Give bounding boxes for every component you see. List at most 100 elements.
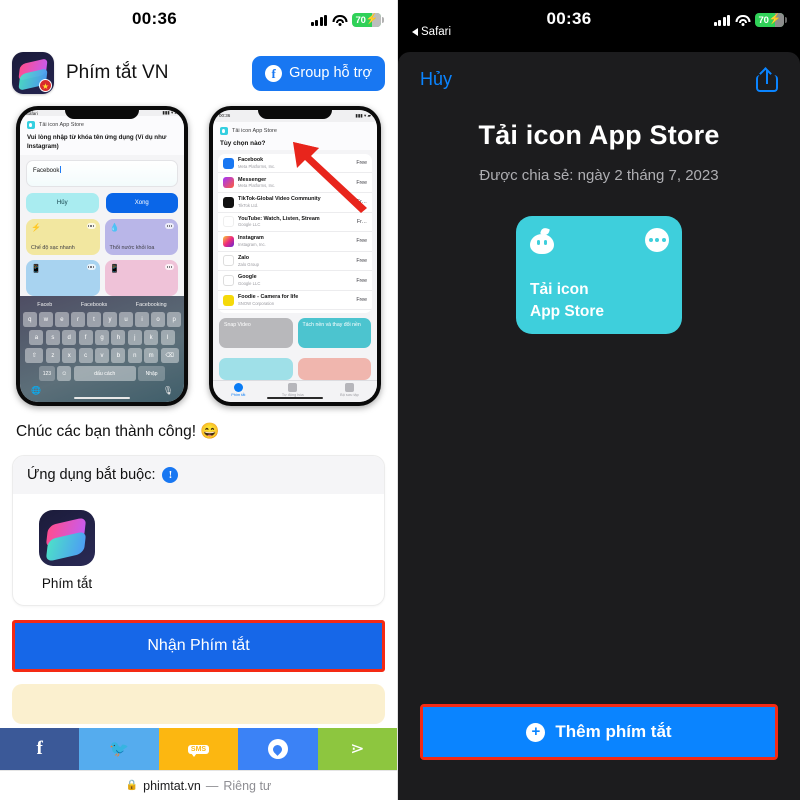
- app-list-item[interactable]: Foodie - Camera for life SNOW Corporatio…: [218, 291, 372, 311]
- key[interactable]: s: [45, 330, 60, 345]
- facebook-icon: f: [265, 64, 283, 82]
- key[interactable]: l: [160, 330, 175, 345]
- key[interactable]: a: [29, 330, 44, 345]
- key[interactable]: g: [95, 330, 109, 345]
- key[interactable]: q: [23, 312, 37, 327]
- more-dots-icon[interactable]: [645, 228, 669, 252]
- key[interactable]: t: [87, 312, 101, 327]
- bolt-icon: ⚡: [31, 223, 41, 232]
- options-prompt: Tùy chọn nào?: [220, 139, 266, 147]
- key[interactable]: m: [144, 348, 159, 363]
- safari-url-bar[interactable]: 🔒 phimtat.vn — Riêng tư: [0, 770, 397, 800]
- add-shortcut-button[interactable]: + Thêm phím tắt: [423, 707, 775, 757]
- share-sms-button[interactable]: SMS: [158, 728, 239, 770]
- app-results-list: Facebook Meta Platforms, Inc. Free Messe…: [218, 153, 372, 313]
- required-app-item[interactable]: Phím tắt: [35, 510, 99, 591]
- more-dots-icon[interactable]: [86, 264, 96, 270]
- keyword-input[interactable]: Facebook: [26, 159, 178, 187]
- group-support-button[interactable]: f Group hỗ trợ: [252, 55, 385, 91]
- shift-key[interactable]: ⇧: [25, 348, 44, 363]
- home-indicator: [74, 396, 130, 399]
- microphone-icon[interactable]: 🎙: [163, 386, 173, 395]
- return-key[interactable]: Nhập: [138, 366, 166, 381]
- shortcut-tile[interactable]: 💧 Thổi nước khỏi loa: [104, 219, 178, 255]
- key[interactable]: k: [144, 330, 159, 345]
- key[interactable]: b: [111, 348, 126, 363]
- key[interactable]: p: [167, 312, 181, 327]
- app-price: Free: [356, 238, 367, 245]
- app-developer: Meta Platforms, Inc.: [238, 163, 276, 169]
- emoji-key[interactable]: ☺: [57, 366, 72, 381]
- key[interactable]: f: [78, 330, 93, 345]
- shortcut-tile[interactable]: Tách nền và thay đổi nền: [297, 317, 371, 348]
- key[interactable]: d: [62, 330, 77, 345]
- key[interactable]: u: [119, 312, 133, 327]
- key[interactable]: v: [95, 348, 109, 363]
- share-facebook-button[interactable]: f: [0, 728, 80, 770]
- key[interactable]: z: [45, 348, 60, 363]
- app-list-item[interactable]: TikTok-Global Video Community TikTok Ltd…: [218, 193, 372, 213]
- more-dots-icon[interactable]: [165, 264, 174, 270]
- more-dots-icon[interactable]: [86, 223, 96, 229]
- app-price: Free: [356, 179, 367, 186]
- key[interactable]: e: [55, 312, 69, 327]
- social-share-bar: f 🐦 SMS ⋗: [0, 728, 397, 770]
- shortcut-options-sheet: Tải icon App Store Tùy chọn nào?: [213, 121, 377, 150]
- key[interactable]: r: [71, 312, 85, 327]
- globe-icon[interactable]: 🌐: [31, 386, 41, 395]
- right-status-bar: 00:36 Safari 70 ⚡: [398, 0, 800, 44]
- share-twitter-button[interactable]: 🐦: [79, 728, 159, 770]
- notice-banner: [12, 684, 385, 724]
- tab-automation[interactable]: Tự động hóa: [282, 382, 304, 397]
- dialog-cancel-button[interactable]: Hủy: [26, 193, 99, 213]
- apple-face-icon: [530, 226, 554, 254]
- app-list-item[interactable]: Messenger Meta Platforms, Inc. Free: [218, 173, 372, 193]
- numbers-key[interactable]: 123: [38, 366, 55, 381]
- app-list-item[interactable]: Facebook Meta Platforms, Inc. Free: [218, 154, 372, 174]
- suggestion-item[interactable]: Facebooks: [81, 302, 107, 308]
- shortcut-tile[interactable]: Snap Video: [219, 317, 293, 348]
- shortcut-tile[interactable]: [297, 357, 371, 380]
- instagram-icon: [223, 235, 234, 247]
- key[interactable]: x: [62, 348, 77, 363]
- more-dots-icon[interactable]: [165, 223, 174, 229]
- tab-shortcuts[interactable]: Phím tắt: [231, 382, 245, 397]
- key[interactable]: c: [78, 348, 93, 363]
- back-to-safari-link[interactable]: Safari: [412, 26, 451, 38]
- suggestion-item[interactable]: Facebooking: [136, 302, 167, 308]
- shortcut-preview-card[interactable]: Tải icon App Store: [516, 216, 682, 334]
- messenger-icon: [267, 739, 288, 759]
- share-more-button[interactable]: ⋗: [317, 728, 397, 770]
- suggestion-item[interactable]: Faceb: [37, 302, 52, 308]
- shortcut-tile[interactable]: 📱: [104, 260, 178, 296]
- key[interactable]: y: [103, 312, 117, 327]
- backspace-key[interactable]: ⌫: [160, 348, 179, 363]
- app-list-item[interactable]: Zalo Zalo Group Free: [218, 252, 372, 272]
- automation-tab-icon: [288, 382, 298, 392]
- app-list-item[interactable]: Google Google LLC Free: [218, 271, 372, 291]
- cancel-button[interactable]: Hủy: [420, 69, 452, 90]
- shortcut-tile[interactable]: 📱: [26, 260, 100, 296]
- key[interactable]: i: [135, 312, 149, 327]
- tab-gallery[interactable]: Bộ sưu tập: [340, 382, 359, 397]
- space-key[interactable]: dấu cách: [73, 366, 136, 381]
- info-icon[interactable]: !: [162, 467, 179, 483]
- phone-screen-right: 00:36 ▮▮▮ ▾ ▰ Tải icon App Store Tùy chọ…: [213, 110, 377, 402]
- key[interactable]: j: [127, 330, 142, 345]
- background-shortcut-tiles: Snap Video Tách nền và thay đổi nền: [213, 313, 377, 348]
- shortcut-tile[interactable]: ⚡ Chế độ sạc nhanh: [26, 219, 100, 255]
- app-developer: Google LLC: [238, 222, 261, 228]
- shortcut-tile[interactable]: [219, 357, 293, 380]
- get-shortcut-button[interactable]: Nhận Phím tắt: [15, 623, 382, 669]
- left-panel-safari-page: 00:36 70 ⚡ ★ Phím tắt VN f Group hỗ trợ …: [0, 0, 398, 800]
- key[interactable]: h: [111, 330, 126, 345]
- dialog-done-button[interactable]: Xong: [105, 193, 178, 213]
- app-list-item[interactable]: Instagram Instagram, Inc. Free: [218, 232, 372, 252]
- mini-status-icons: ▮▮▮ ▾ ▰: [355, 112, 371, 118]
- app-list-item[interactable]: YouTube: Watch, Listen, Stream Google LL…: [218, 213, 372, 233]
- key[interactable]: o: [151, 312, 165, 327]
- key[interactable]: w: [39, 312, 53, 327]
- share-icon[interactable]: [756, 66, 778, 92]
- key[interactable]: n: [127, 348, 142, 363]
- share-messenger-button[interactable]: [238, 728, 318, 770]
